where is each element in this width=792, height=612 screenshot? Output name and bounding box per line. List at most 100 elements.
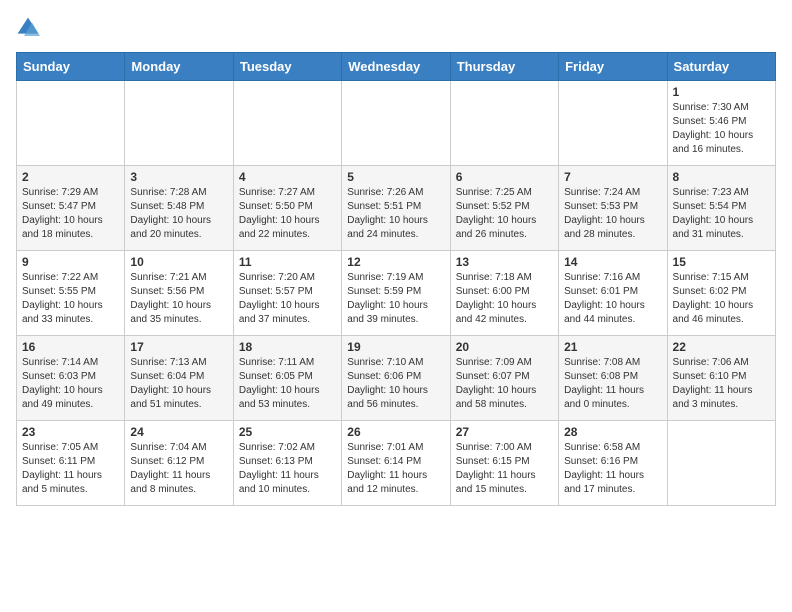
- day-cell: 25 Sunrise: 7:02 AM Sunset: 6:13 PM Dayli…: [233, 421, 341, 506]
- day-cell: 22 Sunrise: 7:06 AM Sunset: 6:10 PM Dayli…: [667, 336, 775, 421]
- day-number: 17: [130, 340, 227, 354]
- week-row-3: 9 Sunrise: 7:22 AM Sunset: 5:55 PM Daylig…: [17, 251, 776, 336]
- day-number: 8: [673, 170, 770, 184]
- day-info: Sunrise: 7:04 AM Sunset: 6:12 PM Dayligh…: [130, 441, 227, 497]
- day-number: 1: [673, 85, 770, 99]
- day-cell: 20 Sunrise: 7:09 AM Sunset: 6:07 PM Dayli…: [450, 336, 558, 421]
- day-cell: 10Sunrise: 7:21 AM Sunset: 5:56 PM Dayli…: [125, 251, 233, 336]
- day-info: Sunrise: 7:29 AM Sunset: 5:47 PM Dayligh…: [22, 186, 119, 242]
- day-cell: 8 Sunrise: 7:23 AM Sunset: 5:54 PM Daylig…: [667, 166, 775, 251]
- weekday-header-row: SundayMondayTuesdayWednesdayThursdayFrid…: [17, 53, 776, 81]
- day-cell: 3 Sunrise: 7:28 AM Sunset: 5:48 PM Daylig…: [125, 166, 233, 251]
- day-info: Sunrise: 7:10 AM Sunset: 6:06 PM Dayligh…: [347, 356, 444, 412]
- day-number: 12: [347, 255, 444, 269]
- day-number: 9: [22, 255, 119, 269]
- day-cell: [17, 81, 125, 166]
- day-number: 18: [239, 340, 336, 354]
- weekday-header-thursday: Thursday: [450, 53, 558, 81]
- day-info: Sunrise: 7:28 AM Sunset: 5:48 PM Dayligh…: [130, 186, 227, 242]
- day-cell: 21 Sunrise: 7:08 AM Sunset: 6:08 PM Dayli…: [559, 336, 667, 421]
- day-info: Sunrise: 7:19 AM Sunset: 5:59 PM Dayligh…: [347, 271, 444, 327]
- day-cell: 16 Sunrise: 7:14 AM Sunset: 6:03 PM Dayli…: [17, 336, 125, 421]
- day-info: Sunrise: 7:22 AM Sunset: 5:55 PM Dayligh…: [22, 271, 119, 327]
- day-info: Sunrise: 7:11 AM Sunset: 6:05 PM Dayligh…: [239, 356, 336, 412]
- day-number: 20: [456, 340, 553, 354]
- day-cell: 15Sunrise: 7:15 AM Sunset: 6:02 PM Dayli…: [667, 251, 775, 336]
- day-number: 5: [347, 170, 444, 184]
- logo: [16, 16, 44, 40]
- day-cell: 9 Sunrise: 7:22 AM Sunset: 5:55 PM Daylig…: [17, 251, 125, 336]
- day-cell: 2 Sunrise: 7:29 AM Sunset: 5:47 PM Daylig…: [17, 166, 125, 251]
- day-info: Sunrise: 7:05 AM Sunset: 6:11 PM Dayligh…: [22, 441, 119, 497]
- day-cell: [125, 81, 233, 166]
- day-info: Sunrise: 7:08 AM Sunset: 6:08 PM Dayligh…: [564, 356, 661, 412]
- day-number: 28: [564, 425, 661, 439]
- day-number: 15: [673, 255, 770, 269]
- weekday-header-monday: Monday: [125, 53, 233, 81]
- week-row-5: 23 Sunrise: 7:05 AM Sunset: 6:11 PM Dayli…: [17, 421, 776, 506]
- day-info: Sunrise: 7:20 AM Sunset: 5:57 PM Dayligh…: [239, 271, 336, 327]
- day-cell: [559, 81, 667, 166]
- day-info: Sunrise: 7:13 AM Sunset: 6:04 PM Dayligh…: [130, 356, 227, 412]
- day-cell: 23 Sunrise: 7:05 AM Sunset: 6:11 PM Dayli…: [17, 421, 125, 506]
- day-info: Sunrise: 7:23 AM Sunset: 5:54 PM Dayligh…: [673, 186, 770, 242]
- day-number: 2: [22, 170, 119, 184]
- day-cell: 18 Sunrise: 7:11 AM Sunset: 6:05 PM Dayli…: [233, 336, 341, 421]
- day-number: 3: [130, 170, 227, 184]
- day-cell: 12 Sunrise: 7:19 AM Sunset: 5:59 PM Dayli…: [342, 251, 450, 336]
- day-number: 19: [347, 340, 444, 354]
- day-number: 13: [456, 255, 553, 269]
- day-info: Sunrise: 7:02 AM Sunset: 6:13 PM Dayligh…: [239, 441, 336, 497]
- day-cell: 27Sunrise: 7:00 AM Sunset: 6:15 PM Dayli…: [450, 421, 558, 506]
- day-cell: 19 Sunrise: 7:10 AM Sunset: 6:06 PM Dayli…: [342, 336, 450, 421]
- day-info: Sunrise: 7:24 AM Sunset: 5:53 PM Dayligh…: [564, 186, 661, 242]
- day-cell: 14 Sunrise: 7:16 AM Sunset: 6:01 PM Dayli…: [559, 251, 667, 336]
- day-info: Sunrise: 7:01 AM Sunset: 6:14 PM Dayligh…: [347, 441, 444, 497]
- day-info: Sunrise: 6:58 AM Sunset: 6:16 PM Dayligh…: [564, 441, 661, 497]
- day-cell: [450, 81, 558, 166]
- weekday-header-tuesday: Tuesday: [233, 53, 341, 81]
- weekday-header-saturday: Saturday: [667, 53, 775, 81]
- day-number: 22: [673, 340, 770, 354]
- day-number: 6: [456, 170, 553, 184]
- day-cell: 26 Sunrise: 7:01 AM Sunset: 6:14 PM Dayli…: [342, 421, 450, 506]
- day-info: Sunrise: 7:27 AM Sunset: 5:50 PM Dayligh…: [239, 186, 336, 242]
- day-number: 25: [239, 425, 336, 439]
- day-number: 10: [130, 255, 227, 269]
- page-header: [16, 16, 776, 40]
- day-number: 24: [130, 425, 227, 439]
- day-cell: 1 Sunrise: 7:30 AM Sunset: 5:46 PM Daylig…: [667, 81, 775, 166]
- day-info: Sunrise: 7:09 AM Sunset: 6:07 PM Dayligh…: [456, 356, 553, 412]
- day-cell: 24 Sunrise: 7:04 AM Sunset: 6:12 PM Dayli…: [125, 421, 233, 506]
- weekday-header-friday: Friday: [559, 53, 667, 81]
- day-number: 27: [456, 425, 553, 439]
- day-info: Sunrise: 7:25 AM Sunset: 5:52 PM Dayligh…: [456, 186, 553, 242]
- day-number: 16: [22, 340, 119, 354]
- day-number: 7: [564, 170, 661, 184]
- day-cell: [342, 81, 450, 166]
- day-cell: 28 Sunrise: 6:58 AM Sunset: 6:16 PM Dayli…: [559, 421, 667, 506]
- week-row-2: 2 Sunrise: 7:29 AM Sunset: 5:47 PM Daylig…: [17, 166, 776, 251]
- day-number: 21: [564, 340, 661, 354]
- day-cell: 4Sunrise: 7:27 AM Sunset: 5:50 PM Daylig…: [233, 166, 341, 251]
- day-info: Sunrise: 7:18 AM Sunset: 6:00 PM Dayligh…: [456, 271, 553, 327]
- calendar-table: SundayMondayTuesdayWednesdayThursdayFrid…: [16, 52, 776, 506]
- day-info: Sunrise: 7:16 AM Sunset: 6:01 PM Dayligh…: [564, 271, 661, 327]
- day-cell: 6 Sunrise: 7:25 AM Sunset: 5:52 PM Daylig…: [450, 166, 558, 251]
- day-info: Sunrise: 7:06 AM Sunset: 6:10 PM Dayligh…: [673, 356, 770, 412]
- day-number: 11: [239, 255, 336, 269]
- day-cell: [667, 421, 775, 506]
- day-cell: 11 Sunrise: 7:20 AM Sunset: 5:57 PM Dayli…: [233, 251, 341, 336]
- weekday-header-sunday: Sunday: [17, 53, 125, 81]
- day-cell: 17 Sunrise: 7:13 AM Sunset: 6:04 PM Dayli…: [125, 336, 233, 421]
- day-number: 26: [347, 425, 444, 439]
- day-cell: 13 Sunrise: 7:18 AM Sunset: 6:00 PM Dayli…: [450, 251, 558, 336]
- day-info: Sunrise: 7:14 AM Sunset: 6:03 PM Dayligh…: [22, 356, 119, 412]
- day-cell: 7 Sunrise: 7:24 AM Sunset: 5:53 PM Daylig…: [559, 166, 667, 251]
- day-cell: [233, 81, 341, 166]
- day-info: Sunrise: 7:30 AM Sunset: 5:46 PM Dayligh…: [673, 101, 770, 157]
- day-info: Sunrise: 7:26 AM Sunset: 5:51 PM Dayligh…: [347, 186, 444, 242]
- day-number: 23: [22, 425, 119, 439]
- week-row-1: 1 Sunrise: 7:30 AM Sunset: 5:46 PM Daylig…: [17, 81, 776, 166]
- day-number: 14: [564, 255, 661, 269]
